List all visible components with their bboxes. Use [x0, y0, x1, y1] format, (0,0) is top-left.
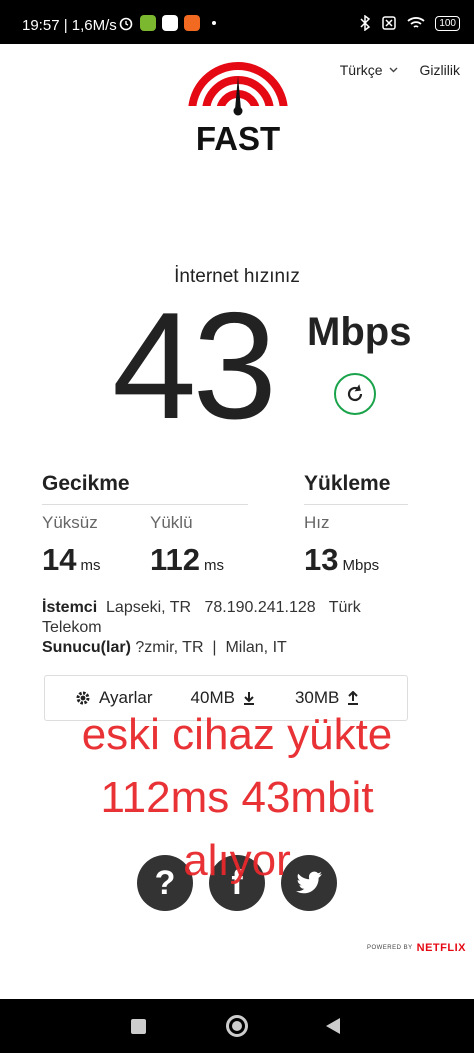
- upload-icon: [348, 691, 359, 705]
- loaded-latency: 112 ms: [150, 542, 224, 578]
- network-speed: 1,6M/s: [71, 17, 117, 34]
- overlay-line-1: eski cihaz yükte: [81, 710, 393, 759]
- recents-button[interactable]: [131, 1019, 146, 1034]
- upload-size-value: 30MB: [294, 688, 340, 707]
- loaded-latency-value: 112: [150, 542, 201, 577]
- no-sim-icon: [382, 16, 397, 30]
- latency-title: Gecikme: [42, 472, 130, 495]
- language-label: Türkçe: [339, 62, 383, 78]
- refresh-button[interactable]: [334, 373, 376, 415]
- client-label: İstemci: [42, 599, 98, 616]
- alarm-icon: [119, 17, 133, 31]
- bluetooth-icon: [360, 15, 371, 31]
- system-icons: 100: [359, 15, 460, 31]
- privacy-link[interactable]: Gizlilik: [420, 62, 460, 78]
- loaded-label: Yüklü: [150, 513, 193, 532]
- powered-by-label: POWERED BY: [366, 945, 413, 951]
- upload-divider: [304, 504, 408, 505]
- settings-button[interactable]: Ayarlar: [75, 688, 153, 708]
- food-app-icon: [184, 15, 200, 31]
- refresh-icon: [347, 384, 363, 402]
- clock: 19:57: [22, 17, 60, 34]
- server-info: Sunucu(lar) ?zmir, TR | Milan, IT: [42, 638, 422, 658]
- top-nav: Türkçe Gizlilik: [340, 62, 460, 78]
- vodafone-icon: [162, 15, 178, 31]
- back-button[interactable]: [326, 1018, 340, 1034]
- servers-value: ?zmir, TR | Milan, IT: [135, 639, 287, 656]
- overlay-line-2: 112ms 43mbit: [100, 773, 374, 822]
- latency-divider: [42, 504, 248, 505]
- home-button[interactable]: [226, 1015, 248, 1037]
- upload-speed-unit: Mbps: [342, 557, 380, 574]
- wifi-icon: [407, 17, 425, 28]
- notification-icons: [118, 15, 216, 31]
- fast-page: Türkçe Gizlilik FAST İnternet hızınız 43…: [0, 44, 474, 999]
- powered-by-netflix[interactable]: POWERED BY NETFLIX: [367, 942, 466, 954]
- client-info: İstemci Lapseki, TR 78.190.241.128 Türk …: [42, 598, 422, 638]
- fast-logo: FAST: [186, 62, 290, 154]
- upload-speed-label: Hız: [304, 513, 330, 532]
- overlay-line-3: alıyor: [183, 836, 291, 885]
- app-notification-icon: [140, 15, 156, 31]
- speed-unit: Mbps: [307, 310, 412, 354]
- speed-value: 43: [112, 281, 277, 451]
- chevron-down-icon: [389, 67, 398, 73]
- download-size: 40MB: [191, 688, 255, 708]
- battery-icon: 100: [435, 15, 460, 31]
- status-bar: 19:57 | 1,6M/s 100: [0, 0, 474, 44]
- download-size-value: 40MB: [190, 688, 235, 707]
- unloaded-latency: 14 ms: [42, 542, 100, 578]
- status-time: 19:57 | 1,6M/s: [22, 17, 117, 34]
- logo-text: FAST: [196, 120, 280, 154]
- settings-label: Ayarlar: [99, 688, 153, 707]
- upload-title: Yükleme: [304, 472, 391, 495]
- upload-speed-value: 13: [304, 542, 339, 577]
- upload-speed: 13 Mbps: [304, 542, 379, 578]
- gear-icon: [76, 691, 90, 705]
- system-nav-bar: [0, 999, 474, 1053]
- unloaded-latency-unit: ms: [80, 557, 101, 574]
- unloaded-latency-value: 14: [42, 542, 77, 577]
- language-selector[interactable]: Türkçe: [340, 62, 398, 78]
- more-notifications-icon: [212, 21, 216, 25]
- loaded-latency-unit: ms: [204, 557, 225, 574]
- upload-size: 30MB: [295, 688, 359, 708]
- servers-label: Sunucu(lar): [42, 639, 131, 656]
- netflix-logo: NETFLIX: [416, 942, 466, 954]
- download-icon: [243, 692, 254, 705]
- unloaded-label: Yüksüz: [42, 513, 98, 532]
